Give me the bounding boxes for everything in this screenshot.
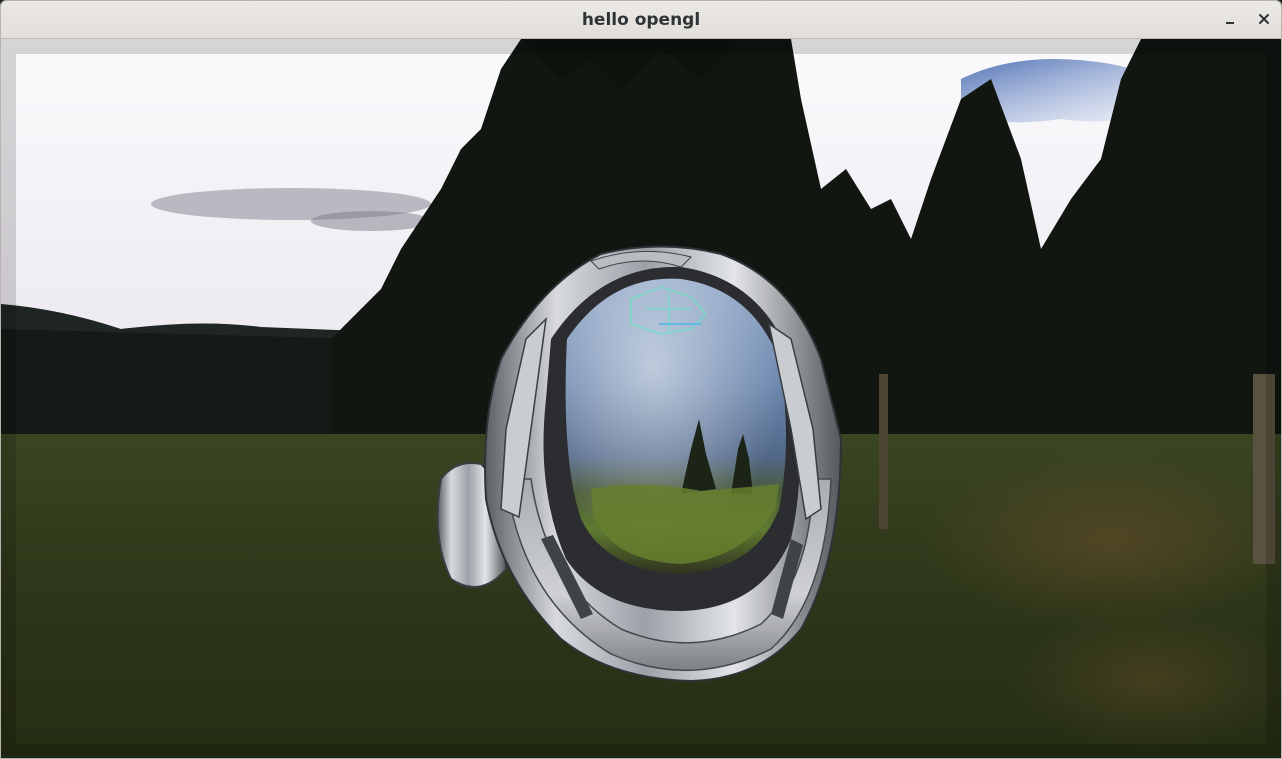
close-button[interactable] (1253, 8, 1275, 30)
window-titlebar[interactable]: hello opengl (1, 1, 1281, 39)
close-icon (1259, 14, 1269, 24)
opengl-viewport[interactable] (1, 39, 1281, 758)
minimize-icon (1226, 22, 1234, 24)
app-window: hello opengl (0, 0, 1282, 759)
rendered-scene (1, 39, 1281, 758)
minimize-button[interactable] (1219, 8, 1241, 30)
window-title: hello opengl (581, 10, 701, 30)
